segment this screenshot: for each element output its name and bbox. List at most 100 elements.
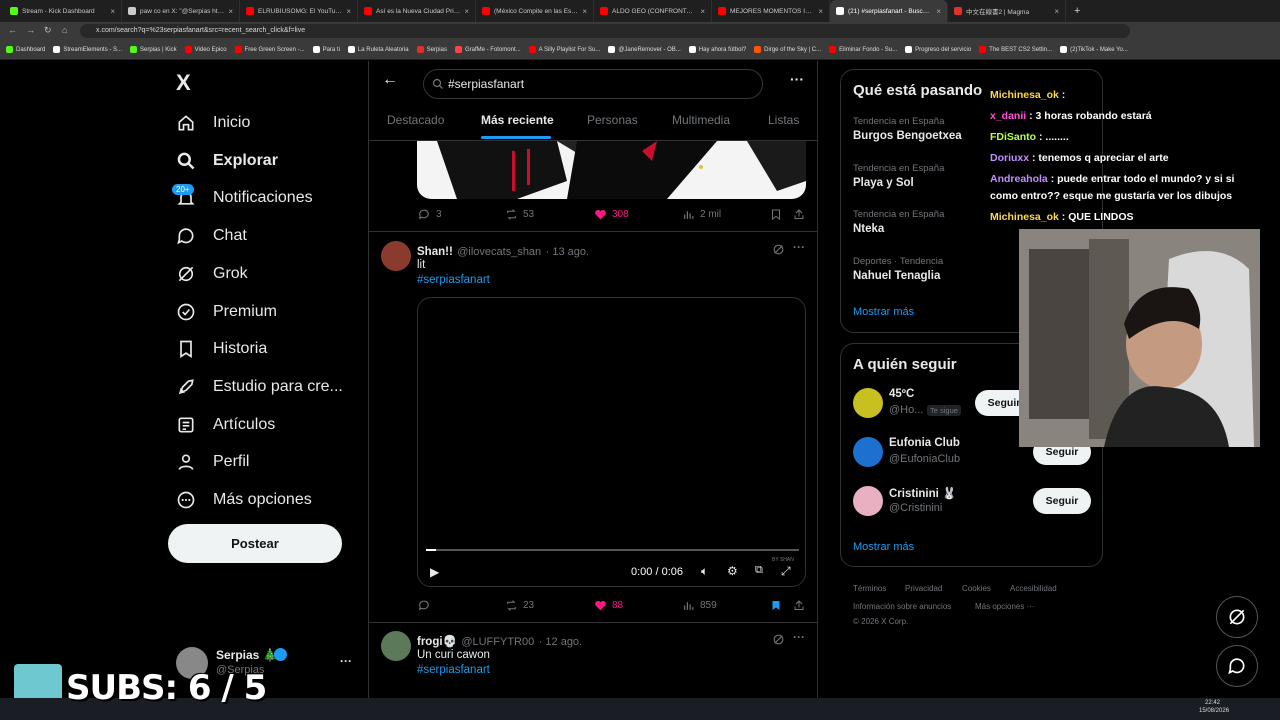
footer-privacy[interactable]: Privacidad: [905, 584, 942, 593]
tab-personas[interactable]: Personas: [587, 113, 638, 127]
tab-close-icon[interactable]: ×: [700, 7, 705, 16]
footer-accessibility[interactable]: Accesibilidad: [1010, 584, 1057, 593]
sidebar-item-perfil[interactable]: Perfil: [176, 447, 249, 477]
sidebar-item-grok[interactable]: Grok: [176, 259, 248, 289]
bookmark-item[interactable]: Eliminar Fondo - Su...: [829, 46, 897, 53]
post-author-handle[interactable]: @ilovecats_shan: [457, 246, 541, 258]
play-icon[interactable]: ▶: [430, 565, 439, 579]
follow-name[interactable]: Eufonia Club: [889, 437, 960, 449]
browser-tab[interactable]: paw co en X: "@Serpias https:/×: [122, 0, 240, 22]
views-button[interactable]: 2 mil: [682, 208, 721, 221]
post-author-name[interactable]: frogi💀: [417, 636, 457, 648]
tab-close-icon[interactable]: ×: [936, 7, 941, 16]
back-arrow-icon[interactable]: ←: [382, 71, 398, 89]
avatar[interactable]: [853, 437, 883, 467]
tab-destacado[interactable]: Destacado: [387, 113, 444, 127]
sidebar-item-más[interactable]: Más opciones: [176, 485, 312, 515]
avatar[interactable]: [853, 486, 883, 516]
volume-icon[interactable]: 🔈︎: [701, 564, 708, 579]
bookmark-item[interactable]: Serpias | Kick: [130, 46, 177, 53]
footer-ads-info[interactable]: Información sobre anuncios: [853, 602, 951, 611]
post-hashtag[interactable]: #serpiasfanart: [417, 274, 490, 286]
browser-tab[interactable]: Stream - Kick Dashboard ×: [4, 0, 122, 22]
sidebar-item-notificaciones[interactable]: Notificaciones: [176, 183, 313, 213]
browser-tab[interactable]: ELRUBIUSOMG: El YouTuber Q ×: [240, 0, 358, 22]
x-logo[interactable]: X: [176, 70, 191, 96]
tab-más-reciente[interactable]: Más reciente: [481, 113, 554, 127]
post-image[interactable]: [417, 141, 806, 199]
bookmark-item[interactable]: StreamElements - S...: [53, 46, 122, 53]
bookmark-filled-icon[interactable]: [770, 599, 782, 612]
bookmark-item[interactable]: GrafMe - Fotomont...: [454, 46, 521, 53]
tab-close-icon[interactable]: ×: [228, 7, 233, 16]
pip-icon[interactable]: ⧉: [755, 564, 763, 577]
browser-tab[interactable]: (21) #serpiasfanart - Buscar / X ×: [830, 0, 948, 22]
account-menu-icon[interactable]: ···: [340, 654, 352, 668]
bookmark-item[interactable]: @JaneRemover - OB...: [608, 46, 681, 53]
share-icon[interactable]: [793, 599, 805, 612]
sidebar-item-premium[interactable]: Premium: [176, 297, 277, 327]
home-browser-icon[interactable]: ⌂: [62, 25, 67, 35]
bookmark-item[interactable]: Video Epico: [184, 46, 227, 53]
reload-icon[interactable]: ↻: [44, 25, 52, 36]
bookmark-item[interactable]: Hay ahora fútbol?: [688, 46, 746, 53]
settings-icon[interactable]: ⚙︎: [727, 564, 738, 578]
trend-name[interactable]: Burgos Bengoetxea: [853, 130, 962, 142]
views-button[interactable]: 859: [682, 599, 717, 612]
sidebar-item-artículos[interactable]: Artículos: [176, 410, 275, 440]
browser-tab[interactable]: 中文在線書2 | Magma ×: [948, 0, 1066, 22]
bookmark-item[interactable]: Progreso del servicio: [905, 46, 971, 53]
post-time[interactable]: · 13 ago.: [546, 246, 589, 258]
tab-close-icon[interactable]: ×: [464, 7, 469, 16]
video-progress-bar[interactable]: [426, 549, 799, 551]
post-hashtag[interactable]: #serpiasfanart: [417, 664, 490, 676]
trend-name[interactable]: Nteka: [853, 223, 884, 235]
search-input[interactable]: #serpiasfanart: [423, 69, 763, 99]
footer-terms[interactable]: Términos: [853, 584, 886, 593]
grok-icon[interactable]: [772, 243, 785, 256]
reply-button[interactable]: 3: [418, 208, 442, 221]
like-button[interactable]: 308: [594, 208, 629, 221]
post-more-icon[interactable]: ···: [793, 240, 805, 254]
tab-multimedia[interactable]: Multimedia: [672, 113, 730, 127]
browser-tab[interactable]: ALDO GEO (CONFRONTA a DE ×: [594, 0, 712, 22]
repost-button[interactable]: 23: [505, 599, 534, 612]
account-name[interactable]: Serpias 🎄: [216, 648, 278, 662]
avatar[interactable]: [381, 241, 411, 271]
repost-button[interactable]: 53: [505, 208, 534, 221]
trends-show-more[interactable]: Mostrar más: [853, 306, 914, 318]
sidebar-item-inicio[interactable]: Inicio: [176, 108, 250, 138]
footer-cookies[interactable]: Cookies: [962, 584, 991, 593]
follow-name[interactable]: 45ºC: [889, 388, 914, 400]
bookmark-item[interactable]: La Ruleta Aleatoria: [347, 46, 409, 53]
bookmark-item[interactable]: Serpias: [416, 46, 447, 53]
bookmark-item[interactable]: Dashboard: [6, 46, 45, 53]
fullscreen-icon[interactable]: ⤢: [781, 564, 791, 579]
forward-icon[interactable]: →: [26, 25, 35, 35]
grok-floating-button[interactable]: [1216, 596, 1258, 638]
bookmark-item[interactable]: (2)TikTok - Make Yo...: [1060, 46, 1128, 53]
footer-more[interactable]: Más opciones ···: [975, 602, 1035, 611]
follow-show-more[interactable]: Mostrar más: [853, 541, 914, 553]
avatar[interactable]: [853, 388, 883, 418]
avatar[interactable]: [381, 631, 411, 661]
sidebar-item-chat[interactable]: Chat: [176, 221, 247, 251]
url-field[interactable]: x.com/search?q=%23serpiasfanart&src=rece…: [80, 24, 1130, 38]
follow-name[interactable]: Cristinini 🐰: [889, 486, 956, 500]
post-author-name[interactable]: Shan!!: [417, 246, 453, 258]
tab-close-icon[interactable]: ×: [346, 7, 351, 16]
bookmark-item[interactable]: A Silly Playlist For Su...: [528, 46, 600, 53]
bookmark-item[interactable]: Dirge of the Sky | C...: [754, 46, 821, 53]
tab-close-icon[interactable]: ×: [110, 7, 115, 16]
post-button[interactable]: Postear: [168, 524, 342, 563]
bookmark-item[interactable]: Free Green Screen -...: [234, 46, 305, 53]
like-button[interactable]: 88: [594, 599, 623, 612]
share-icon[interactable]: [793, 208, 805, 221]
tab-close-icon[interactable]: ×: [582, 7, 587, 16]
tab-close-icon[interactable]: ×: [1054, 7, 1059, 16]
follow-button[interactable]: Seguir: [1033, 488, 1091, 514]
post-time[interactable]: · 12 ago.: [539, 636, 582, 648]
sidebar-item-historia[interactable]: Historia: [176, 334, 267, 364]
tab-close-icon[interactable]: ×: [818, 7, 823, 16]
browser-tab[interactable]: MEJORES MOMENTOS IBAI DO×: [712, 0, 830, 22]
